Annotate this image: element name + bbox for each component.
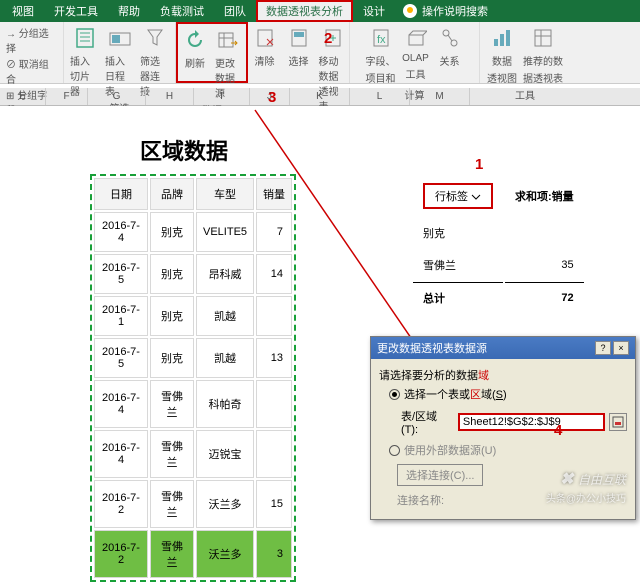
table-row: 2016-7-4别克VELITE57	[94, 212, 292, 252]
column-headers: E F G H I J K L M	[0, 88, 640, 106]
ribbon-tabs: 视图 开发工具 帮助 负载测试 团队 数据透视表分析 设计 操作说明搜索	[0, 0, 640, 22]
radio-select-range[interactable]	[389, 389, 400, 400]
bulb-icon	[403, 4, 417, 18]
table-header: 日期 品牌 车型 销量	[94, 178, 292, 210]
radio-external[interactable]	[389, 445, 400, 456]
tab-help[interactable]: 帮助	[108, 0, 150, 22]
tab-pivot-analyze[interactable]: 数据透视表分析	[256, 0, 353, 22]
col-k[interactable]: K	[290, 88, 350, 105]
ribbon-group-actions: 清除 选择 移动数据透视表 操作	[248, 22, 350, 83]
refresh-button[interactable]: 刷新	[181, 27, 209, 70]
pivot-chart[interactable]: 数据透视图	[487, 25, 517, 85]
tab-loadtest[interactable]: 负载测试	[150, 0, 214, 22]
dialog-title: 更改数据透视表数据源	[377, 340, 487, 356]
col-l[interactable]: L	[350, 88, 410, 105]
ribbon-group-calc: fx字段、项目和 OLAP工具 关系 计算	[350, 22, 480, 83]
ribbon: → 分组选择 ⊘ 取消组合 ⊞ 分组字段 组合 插入切片器 插入日程表 筛选器连…	[0, 22, 640, 84]
annotation-4: 4	[554, 422, 562, 439]
tab-design[interactable]: 设计	[353, 0, 395, 22]
col-h[interactable]: H	[146, 88, 194, 105]
col-g[interactable]: G	[88, 88, 146, 105]
svg-text:fx: fx	[377, 34, 386, 46]
row-labels-cell[interactable]: 行标签	[423, 183, 493, 209]
ribbon-group-group: → 分组选择 ⊘ 取消组合 ⊞ 分组字段 组合	[0, 22, 64, 83]
col-e[interactable]: E	[0, 88, 46, 105]
help-button[interactable]: ?	[595, 341, 611, 355]
annotation-2: 2	[324, 30, 332, 47]
table-row: 2016-7-5别克凯越13	[94, 338, 292, 378]
worksheet[interactable]: 区域数据 日期 品牌 车型 销量 2016-7-4别克VELITE57 2016…	[0, 106, 640, 519]
table-row: 2016-7-4雪佛兰科帕奇	[94, 380, 292, 428]
region-title: 区域数据	[140, 134, 228, 166]
dropdown-icon[interactable]	[471, 192, 481, 202]
annotation-3: 3	[268, 89, 276, 106]
recommend-pivot[interactable]: 推荐的数据透视表	[523, 25, 563, 85]
relationships[interactable]: 关系	[436, 25, 464, 68]
pivot-table[interactable]: 行标签 求和项:销量 别克 雪佛兰35 总计72	[411, 174, 586, 315]
table-row: 2016-7-5别克昂科威14	[94, 254, 292, 294]
choose-connection-button[interactable]: 选择连接(C)...	[397, 464, 483, 486]
col-f[interactable]: F	[46, 88, 88, 105]
ribbon-group-tools: 数据透视图 推荐的数据透视表 工具	[480, 22, 570, 83]
clear-button[interactable]: 清除	[251, 25, 279, 68]
select-button[interactable]: 选择	[285, 25, 313, 68]
watermark-logo: ✖ 自由互联	[560, 469, 626, 489]
col-i[interactable]: I	[194, 88, 250, 105]
tab-team[interactable]: 团队	[214, 0, 256, 22]
watermark-credit: 头条@办公小技巧	[546, 490, 626, 505]
dialog-text: 请选择要分析的数据域	[379, 367, 627, 383]
fields-items[interactable]: fx字段、项目和	[366, 25, 396, 85]
sum-label: 求和项:销量	[505, 176, 584, 216]
tell-me[interactable]: 操作说明搜索	[395, 3, 488, 19]
group-select[interactable]: → 分组选择	[6, 25, 57, 55]
dialog-titlebar[interactable]: 更改数据透视表数据源 ? ×	[371, 337, 635, 359]
tab-developer[interactable]: 开发工具	[44, 0, 108, 22]
annotation-1: 1	[475, 156, 483, 173]
close-button[interactable]: ×	[613, 341, 629, 355]
col-m[interactable]: M	[410, 88, 470, 105]
ribbon-group-filter: 插入切片器 插入日程表 筛选器连接 筛选	[64, 22, 176, 83]
pivot-row: 雪佛兰35	[413, 250, 584, 280]
table-row: 2016-7-4雪佛兰迈锐宝	[94, 430, 292, 478]
olap-tools[interactable]: OLAP工具	[402, 25, 430, 81]
pivot-total: 总计72	[413, 282, 584, 313]
pivot-row: 别克	[413, 218, 584, 248]
table-row: 2016-7-1别克凯越	[94, 296, 292, 336]
range-picker-icon[interactable]	[609, 413, 627, 431]
range-input[interactable]: Sheet12!$G$2:$J$9	[458, 413, 605, 431]
tab-view[interactable]: 视图	[2, 0, 44, 22]
range-label: 表/区域(T):	[401, 408, 454, 436]
ungroup[interactable]: ⊘ 取消组合	[6, 56, 57, 86]
ribbon-group-data: 刷新 更改数据源 数据	[176, 22, 248, 83]
table-row: 2016-7-2雪佛兰沃兰多3	[94, 530, 292, 578]
